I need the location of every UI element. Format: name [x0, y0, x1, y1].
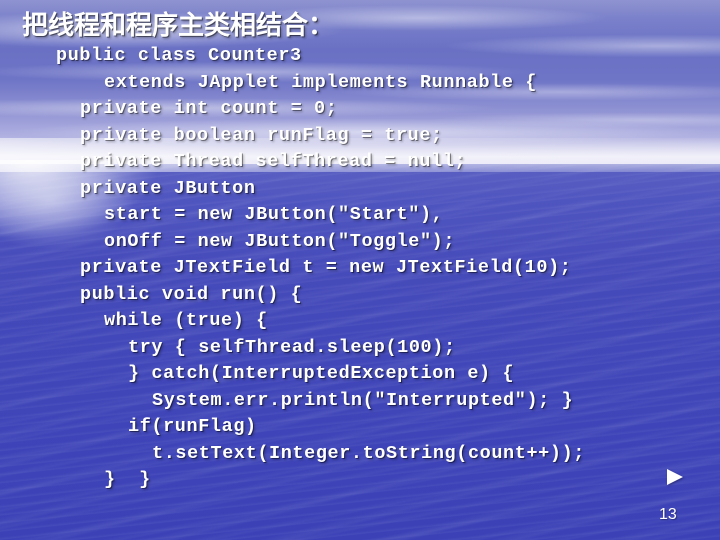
- code-line: start = new JButton("Start"),: [104, 204, 444, 225]
- presentation-slide: 把线程和程序主类相结合： public class Counter3 extend…: [0, 0, 720, 540]
- code-line: System.err.println("Interrupted"); }: [152, 389, 574, 411]
- play-triangle-right-icon[interactable]: [667, 469, 683, 485]
- slide-title: 把线程和程序主类相结合：: [22, 10, 335, 40]
- slide-content: 把线程和程序主类相结合： public class Counter3 extend…: [0, 0, 720, 540]
- code-line: private int count = 0;: [80, 98, 338, 119]
- code-line: while (true) {: [104, 310, 268, 331]
- code-line: private boolean runFlag = true;: [80, 124, 443, 146]
- code-line: private Thread selfThread = null;: [80, 151, 467, 172]
- code-line: private JTextField t = new JTextField(10…: [80, 257, 572, 278]
- code-listing: public class Counter3 extends JApplet imp…: [0, 43, 720, 494]
- code-line: try { selfThread.sleep(100);: [128, 336, 456, 358]
- page-number: 13: [659, 506, 677, 523]
- code-line: } catch(InterruptedException e) {: [128, 363, 515, 384]
- code-line: public class Counter3: [56, 45, 302, 66]
- code-line: private JButton: [80, 177, 256, 199]
- code-line: t.setText(Integer.toString(count++));: [152, 442, 585, 464]
- code-line: public void run() {: [80, 283, 303, 305]
- code-line: extends JApplet implements Runnable {: [104, 71, 537, 93]
- code-line: if(runFlag): [128, 416, 257, 437]
- code-line: onOff = new JButton("Toggle");: [104, 230, 456, 252]
- code-line: } }: [104, 469, 151, 490]
